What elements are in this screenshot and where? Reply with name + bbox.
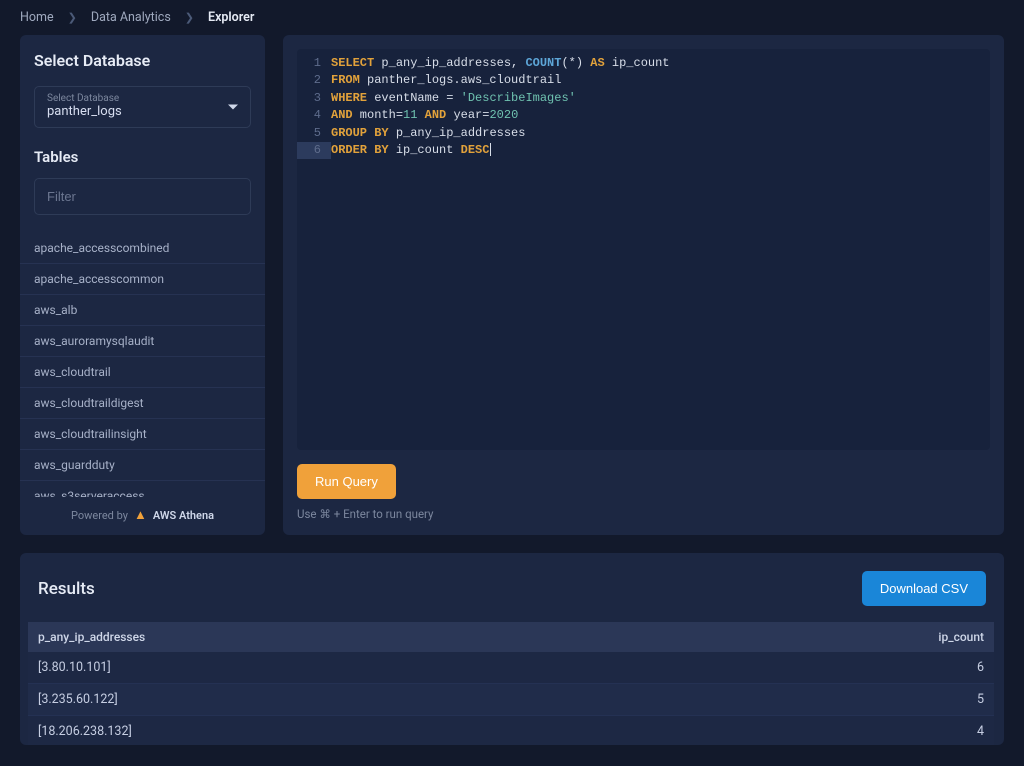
code-line[interactable]: AND month=11 AND year=2020 (331, 107, 518, 124)
code-line[interactable]: WHERE eventName = 'DescribeImages' (331, 90, 576, 107)
athena-icon: ▲ (134, 507, 147, 523)
results-heading: Results (38, 579, 95, 599)
sidebar: Select Database Select Database panther_… (20, 35, 265, 535)
breadcrumb-current: Explorer (208, 10, 254, 25)
table-item[interactable]: aws_cloudtrailinsight (20, 419, 265, 450)
code-line[interactable]: SELECT p_any_ip_addresses, COUNT(*) AS i… (331, 55, 670, 72)
breadcrumb: Home ❯ Data Analytics ❯ Explorer (0, 0, 1024, 35)
line-number: 3 (297, 90, 331, 107)
code-line[interactable]: GROUP BY p_any_ip_addresses (331, 125, 525, 142)
powered-by: Powered by ▲ AWS Athena (34, 497, 251, 527)
table-item[interactable]: aws_guardduty (20, 450, 265, 481)
line-number: 2 (297, 72, 331, 89)
powered-by-name: AWS Athena (153, 509, 214, 522)
table-item[interactable]: apache_accesscommon (20, 264, 265, 295)
line-number: 1 (297, 55, 331, 72)
table-item[interactable]: aws_alb (20, 295, 265, 326)
table-item[interactable]: aws_cloudtrail (20, 357, 265, 388)
tables-filter-input[interactable] (34, 178, 251, 215)
results-panel: Results Download CSV p_any_ip_addresses … (20, 553, 1004, 745)
line-number: 6 (297, 142, 331, 159)
tables-list[interactable]: apache_accesscombinedapache_accesscommon… (20, 233, 265, 497)
sql-editor[interactable]: 1SELECT p_any_ip_addresses, COUNT(*) AS … (297, 49, 990, 450)
sidebar-title: Select Database (34, 51, 251, 70)
table-row[interactable]: [18.206.238.132]4 (28, 716, 994, 746)
table-item[interactable]: aws_s3serveraccess (20, 481, 265, 497)
cell-addresses: [3.235.60.122] (28, 684, 904, 716)
table-row[interactable]: [3.235.60.122]5 (28, 684, 994, 716)
download-csv-button[interactable]: Download CSV (862, 571, 986, 606)
code-line[interactable]: ORDER BY ip_count DESC (331, 142, 491, 159)
database-select-value: panther_logs (47, 104, 238, 119)
breadcrumb-data-analytics[interactable]: Data Analytics (91, 10, 171, 25)
chevron-right-icon: ❯ (185, 11, 194, 24)
table-item[interactable]: aws_auroramysqlaudit (20, 326, 265, 357)
results-table: p_any_ip_addresses ip_count [3.80.10.101… (28, 622, 994, 745)
code-line[interactable]: FROM panther_logs.aws_cloudtrail (331, 72, 561, 89)
chevron-right-icon: ❯ (68, 11, 77, 24)
powered-by-prefix: Powered by (71, 509, 128, 522)
text-cursor (490, 143, 491, 156)
chevron-down-icon (228, 105, 238, 110)
breadcrumb-home[interactable]: Home (20, 10, 54, 25)
results-table-wrap[interactable]: p_any_ip_addresses ip_count [3.80.10.101… (20, 622, 1004, 745)
database-select-label: Select Database (47, 93, 238, 104)
cell-count: 5 (904, 684, 994, 716)
cell-count: 6 (904, 652, 994, 684)
table-row[interactable]: [3.80.10.101]6 (28, 652, 994, 684)
line-number: 5 (297, 125, 331, 142)
table-item[interactable]: apache_accesscombined (20, 233, 265, 264)
editor-panel: 1SELECT p_any_ip_addresses, COUNT(*) AS … (283, 35, 1004, 535)
table-item[interactable]: aws_cloudtraildigest (20, 388, 265, 419)
run-hint: Use ⌘ + Enter to run query (297, 507, 990, 521)
run-query-button[interactable]: Run Query (297, 464, 396, 499)
line-number: 4 (297, 107, 331, 124)
cell-addresses: [3.80.10.101] (28, 652, 904, 684)
column-header-count[interactable]: ip_count (904, 622, 994, 652)
cell-addresses: [18.206.238.132] (28, 716, 904, 746)
column-header-addresses[interactable]: p_any_ip_addresses (28, 622, 904, 652)
cell-count: 4 (904, 716, 994, 746)
database-select[interactable]: Select Database panther_logs (34, 86, 251, 128)
tables-heading: Tables (34, 148, 251, 166)
